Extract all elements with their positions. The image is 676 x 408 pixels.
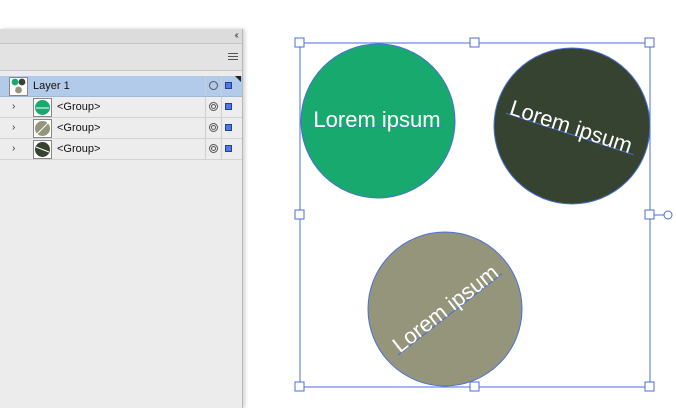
layers-panel: ‹‹ Layer 1 › <Group> › <Group> › <Group>	[0, 29, 243, 408]
handle-bottom-center[interactable]	[469, 381, 480, 392]
handle-bottom-right[interactable]	[644, 381, 655, 392]
layer-row-group-khaki[interactable]: › <Group>	[0, 118, 242, 139]
selection-indicator-icon[interactable]	[225, 82, 232, 89]
khaki-circle-group[interactable]: Lorem ipsum	[367, 231, 523, 387]
green-circle-text[interactable]: Lorem ipsum	[313, 107, 440, 132]
layer-name: <Group>	[57, 143, 101, 155]
layer-name: Layer 1	[33, 80, 70, 92]
selection-indicator-icon[interactable]	[225, 145, 232, 152]
handle-top-center[interactable]	[469, 37, 480, 48]
panel-menu-icon[interactable]	[228, 53, 238, 61]
layer-name: <Group>	[57, 101, 101, 113]
layer-row-layer-1[interactable]: Layer 1	[0, 76, 242, 97]
dark-circle-group[interactable]: Lorem ipsum	[493, 47, 651, 205]
layer-row-group-dark[interactable]: › <Group>	[0, 139, 242, 160]
handle-middle-right[interactable]	[644, 209, 655, 220]
panel-tab-bar	[0, 44, 242, 71]
layer-row-group-green[interactable]: › <Group>	[0, 97, 242, 118]
handle-bottom-left[interactable]	[294, 381, 305, 392]
target-icon[interactable]	[209, 81, 218, 90]
target-icon[interactable]	[209, 123, 218, 132]
layer-name: <Group>	[57, 122, 101, 134]
group-thumbnail-icon	[33, 119, 52, 138]
rotate-handle[interactable]	[663, 210, 673, 220]
layer-thumbnail-icon	[9, 77, 28, 96]
group-thumbnail-icon	[33, 140, 52, 159]
handle-middle-left[interactable]	[294, 209, 305, 220]
panel-title-bar[interactable]: ‹‹	[0, 29, 242, 44]
selection-indicator-icon[interactable]	[225, 103, 232, 110]
group-thumbnail-icon	[33, 98, 52, 117]
target-icon[interactable]	[209, 102, 218, 111]
target-icon[interactable]	[209, 144, 218, 153]
layer-list: Layer 1 › <Group> › <Group> › <Group>	[0, 76, 242, 160]
expand-chevron-icon[interactable]: ›	[12, 143, 15, 154]
expand-chevron-icon[interactable]: ›	[12, 101, 15, 112]
handle-top-left[interactable]	[294, 37, 305, 48]
handle-top-right[interactable]	[644, 37, 655, 48]
selection-indicator-icon[interactable]	[225, 124, 232, 131]
expand-chevron-icon[interactable]: ›	[12, 122, 15, 133]
green-circle-group[interactable]: Lorem ipsum	[300, 43, 456, 199]
current-layer-indicator-icon	[235, 76, 241, 82]
collapse-panel-icon[interactable]: ‹‹	[234, 30, 238, 42]
